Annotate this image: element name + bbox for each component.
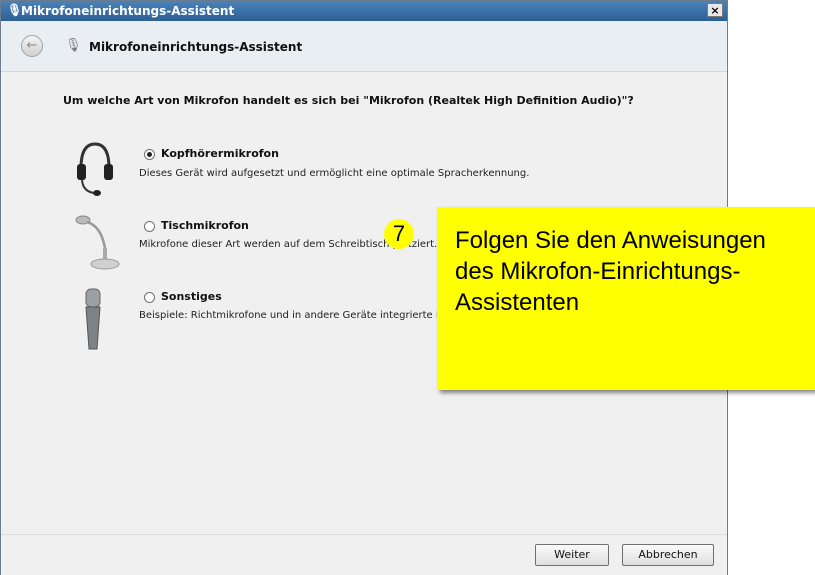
option-label-desk[interactable]: Tischmikrofon [161,219,249,232]
window-title: Mikrofoneinrichtungs-Assistent [21,4,235,18]
navigation-bar: ← 🎙 Mikrofoneinrichtungs-Assistent [1,21,727,72]
question-text: Um welche Art von Mikrofon handelt es si… [63,94,634,107]
step-number-badge: 7 [384,219,414,249]
radio-desk[interactable] [144,221,155,232]
button-bar: Weiter Abbrechen [1,534,727,575]
radio-other[interactable] [144,292,155,303]
handheld-microphone-icon [85,288,101,350]
next-button[interactable]: Weiter [535,544,609,566]
instruction-callout: Folgen Sie den Anweisungen des Mikrofon-… [437,207,815,390]
back-button[interactable]: ← [21,35,43,57]
radio-headset[interactable] [144,149,155,160]
title-bar[interactable]: 🎙 Mikrofoneinrichtungs-Assistent × [1,1,727,21]
back-arrow-icon: ← [26,38,38,53]
option-description-other: Beispiele: Richtmikrofone und in andere … [139,310,489,321]
callout-text: Folgen Sie den Anweisungen des Mikrofon-… [455,227,766,316]
headset-icon [77,142,113,196]
option-label-other[interactable]: Sonstiges [161,290,222,303]
cancel-button[interactable]: Abbrechen [622,544,714,566]
microphone-icon: 🎙 [65,38,82,53]
option-label-headset[interactable]: Kopfhörermikrofon [161,147,279,160]
wizard-title: Mikrofoneinrichtungs-Assistent [89,40,303,54]
close-button[interactable]: × [707,3,723,17]
desk-microphone-icon [75,215,120,270]
option-description-headset: Dieses Gerät wird aufgesetzt und ermögli… [139,168,530,179]
microphone-icon: 🎙 [7,3,23,17]
